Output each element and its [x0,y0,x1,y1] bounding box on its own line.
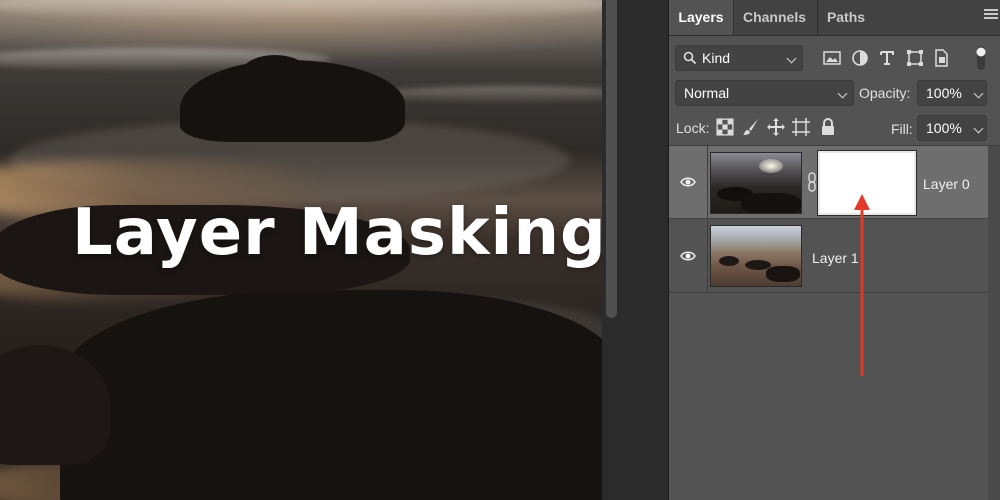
layers-panel: Layers Channels Paths Kind Normal Opacit… [669,0,1000,500]
layer-filter-dropdown[interactable]: Kind [675,45,803,71]
chain-link-icon[interactable] [807,172,817,192]
lock-label: Lock: [676,120,710,136]
eye-icon[interactable] [680,176,696,188]
adjustment-filter-icon[interactable] [850,48,870,68]
blend-mode-value: Normal [684,85,730,101]
opacity-label: Opacity: [859,85,911,101]
canvas-scrollbar[interactable] [606,0,617,318]
panel-menu-icon[interactable] [984,9,998,23]
tab-paths[interactable]: Paths [817,0,874,35]
chevron-down-icon[interactable] [973,88,984,99]
filter-toggle-icon[interactable] [974,44,988,72]
layer-row-layer-0[interactable]: Layer 0 [669,146,989,219]
chevron-down-icon[interactable] [973,123,984,134]
layer-thumbnail[interactable] [710,225,802,287]
layers-panel-scrollbar[interactable] [988,146,1000,500]
blend-mode-dropdown[interactable]: Normal [675,80,854,106]
tab-channels[interactable]: Channels [733,0,816,35]
opacity-field[interactable]: 100% [917,80,987,106]
layer-name[interactable]: Layer 0 [923,176,970,192]
lock-position-icon[interactable] [766,117,786,137]
canvas-title-overlay: Layer Masking [72,196,602,270]
search-icon [683,51,697,65]
chevron-down-icon [837,88,848,99]
visibility-toggle[interactable] [669,146,708,219]
chevron-down-icon [786,53,797,64]
document-canvas[interactable]: Layer Masking [0,0,602,500]
opacity-value: 100% [926,85,962,101]
lock-all-icon[interactable] [818,117,838,137]
type-filter-icon[interactable] [877,48,897,68]
shape-filter-icon[interactable] [905,48,925,68]
smart-object-filter-icon[interactable] [931,48,951,68]
tab-layers[interactable]: Layers [669,0,734,35]
lock-image-pixels-icon[interactable] [741,117,761,137]
fill-field[interactable]: 100% [917,115,987,141]
layer-row-layer-1[interactable]: Layer 1 [669,220,989,293]
layer-filter-value: Kind [702,50,731,66]
visibility-toggle[interactable] [669,220,708,293]
fill-label: Fill: [891,121,913,137]
lock-artboard-icon[interactable] [791,117,811,137]
annotation-arrow [854,194,870,376]
eye-icon[interactable] [680,250,696,262]
fill-value: 100% [926,120,962,136]
lock-transparent-pixels-icon[interactable] [716,118,734,136]
layer-thumbnail[interactable] [710,152,802,214]
panel-tabbar: Layers Channels Paths [669,0,1000,36]
image-filter-icon[interactable] [822,48,842,68]
